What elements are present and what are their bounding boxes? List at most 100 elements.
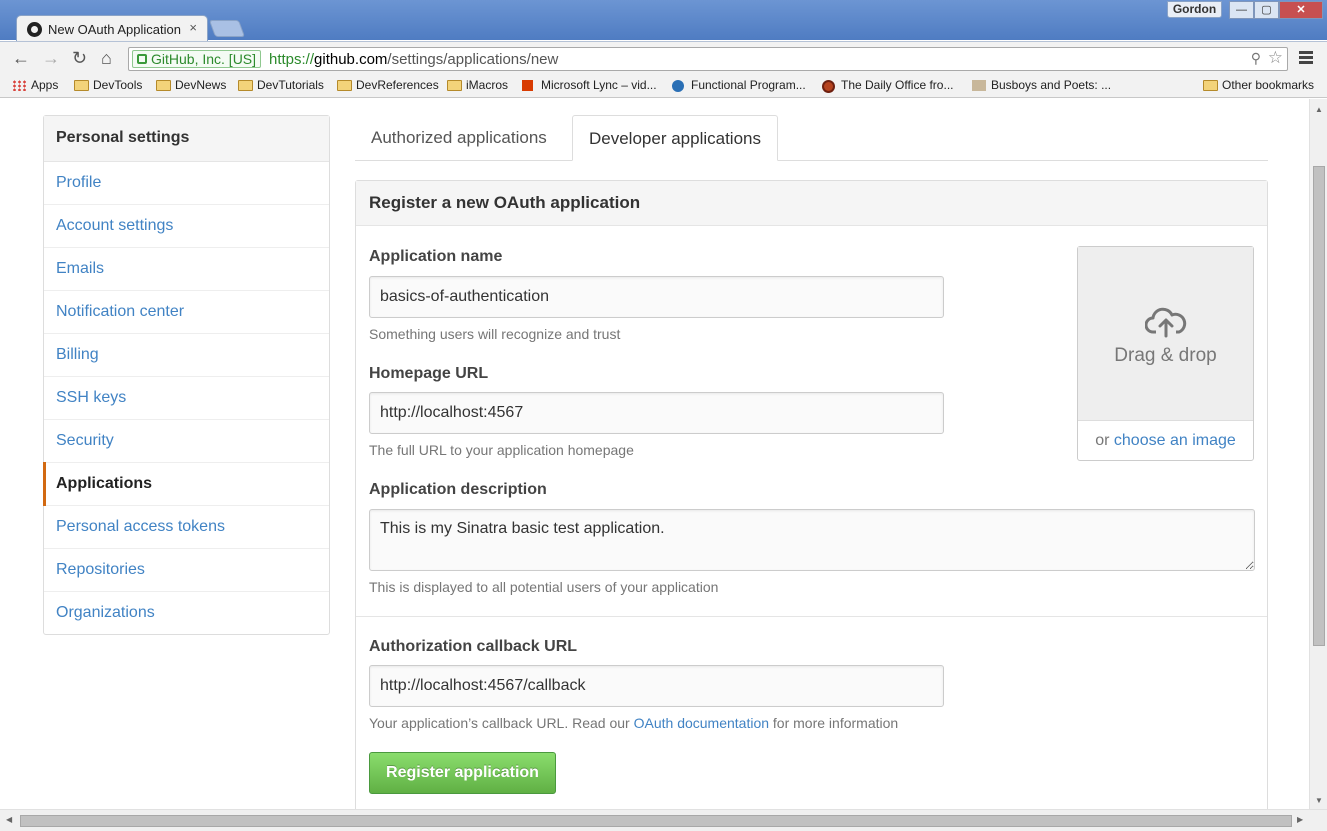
- oauth-documentation-link[interactable]: OAuth documentation: [634, 715, 769, 731]
- app-name-label: Application name: [369, 248, 503, 265]
- apps-grid-icon: [12, 80, 27, 91]
- app-name-input[interactable]: [369, 276, 944, 318]
- site-favicon-icon: [672, 80, 684, 92]
- bookmark-label: iMacros: [466, 78, 509, 92]
- scroll-up-icon[interactable]: ▲: [1315, 105, 1323, 114]
- forward-arrow-icon[interactable]: →: [42, 48, 60, 68]
- site-favicon-icon: [972, 80, 986, 91]
- url-path: /settings/applications/new: [387, 51, 559, 68]
- bookmark-daily-office[interactable]: The Daily Office fro...: [822, 78, 954, 93]
- dropzone-footer: or choose an image: [1078, 421, 1253, 461]
- applications-tabs: Authorized applications Developer applic…: [355, 115, 1268, 161]
- tab-developer-applications[interactable]: Developer applications: [572, 115, 778, 161]
- minimize-button[interactable]: —: [1229, 1, 1254, 19]
- ev-label: GitHub, Inc. [US]: [151, 51, 257, 67]
- callback-hint-text-end: for more information: [769, 715, 899, 731]
- bookmark-label: Other bookmarks: [1222, 78, 1315, 92]
- folder-icon: [1203, 80, 1218, 91]
- vertical-scrollbar[interactable]: ▲ ▼: [1309, 99, 1327, 809]
- reload-icon[interactable]: ↻: [72, 48, 87, 68]
- sidebar-item-personal-access-tokens[interactable]: Personal access tokens: [44, 506, 329, 549]
- sidebar-item-security[interactable]: Security: [44, 420, 329, 463]
- home-icon[interactable]: ⌂: [101, 48, 112, 68]
- zoom-icon[interactable]: ⚲: [1251, 50, 1261, 67]
- globe-icon: [822, 80, 835, 93]
- choose-image-link[interactable]: choose an image: [1114, 432, 1236, 449]
- address-bar[interactable]: GitHub, Inc. [US] https://github.com/set…: [128, 47, 1288, 71]
- bookmark-label: Microsoft Lync – vid...: [541, 78, 657, 92]
- chrome-menu-icon[interactable]: [1299, 51, 1313, 65]
- bookmark-folder-devreferences[interactable]: DevReferences: [337, 78, 439, 92]
- sidebar-item-emails[interactable]: Emails: [44, 248, 329, 291]
- back-arrow-icon[interactable]: ←: [12, 48, 30, 68]
- profile-user-badge[interactable]: Gordon: [1167, 1, 1222, 18]
- bookmark-microsoft-lync[interactable]: Microsoft Lync – vid...: [522, 78, 657, 92]
- form-divider: [356, 616, 1267, 617]
- horizontal-scrollbar[interactable]: ◀ ▶: [0, 809, 1327, 831]
- bookmark-label: Busboys and Poets: ...: [991, 78, 1112, 92]
- bookmarks-bar: Apps DevTools DevNews DevTutorials DevRe…: [0, 74, 1327, 98]
- horizontal-scroll-thumb[interactable]: [20, 815, 1292, 827]
- tab-authorized-applications[interactable]: Authorized applications: [355, 115, 563, 161]
- bookmark-folder-devnews[interactable]: DevNews: [156, 78, 226, 92]
- bookmark-folder-imacros[interactable]: iMacros: [447, 78, 508, 92]
- bookmark-apps[interactable]: Apps: [12, 78, 58, 92]
- scroll-right-icon[interactable]: ▶: [1297, 815, 1303, 824]
- sidebar-item-billing[interactable]: Billing: [44, 334, 329, 377]
- tab-title: New OAuth Application: [48, 22, 181, 37]
- homepage-url-input[interactable]: [369, 392, 944, 434]
- bookmark-label: Functional Program...: [691, 78, 806, 92]
- bookmark-folder-devtutorials[interactable]: DevTutorials: [238, 78, 324, 92]
- sidebar-item-repositories[interactable]: Repositories: [44, 549, 329, 592]
- github-favicon-icon: [27, 22, 42, 37]
- bookmark-label: Apps: [31, 78, 59, 92]
- callback-hint-text: Your application’s callback URL. Read ou…: [369, 715, 634, 731]
- tab-close-icon[interactable]: ×: [189, 20, 197, 35]
- dropzone-area[interactable]: Drag & drop: [1078, 247, 1253, 421]
- ev-certificate-badge[interactable]: GitHub, Inc. [US]: [132, 50, 262, 68]
- app-description-label: Application description: [369, 481, 547, 498]
- scroll-left-icon[interactable]: ◀: [6, 815, 12, 824]
- callback-url-input[interactable]: [369, 665, 944, 707]
- new-tab-button[interactable]: [208, 20, 246, 37]
- bookmark-star-icon[interactable]: ☆: [1268, 48, 1283, 68]
- maximize-button[interactable]: ▢: [1254, 1, 1279, 19]
- vertical-scroll-thumb[interactable]: [1313, 166, 1325, 646]
- folder-icon: [156, 80, 171, 91]
- register-oauth-form: Register a new OAuth application Applica…: [355, 180, 1268, 809]
- sidebar-item-applications[interactable]: Applications: [43, 462, 329, 506]
- browser-tab[interactable]: New OAuth Application ×: [16, 15, 208, 42]
- bookmark-label: DevNews: [175, 78, 227, 92]
- lock-icon: [137, 54, 147, 64]
- sidebar-item-notification-center[interactable]: Notification center: [44, 291, 329, 334]
- url-host: github.com: [314, 51, 388, 68]
- browser-toolbar: ← → ↻ ⌂ GitHub, Inc. [US] https://github…: [0, 41, 1327, 74]
- cloud-upload-icon: [1145, 307, 1187, 338]
- callback-url-hint: Your application’s callback URL. Read ou…: [369, 715, 898, 731]
- bookmark-other-bookmarks[interactable]: Other bookmarks: [1203, 78, 1314, 92]
- url-text: https://github.com/settings/applications…: [269, 51, 558, 68]
- app-description-hint: This is displayed to all potential users…: [369, 579, 719, 595]
- bookmark-folder-devtools[interactable]: DevTools: [74, 78, 142, 92]
- bookmark-label: The Daily Office fro...: [841, 78, 954, 92]
- settings-sidebar: Personal settings Profile Account settin…: [43, 115, 330, 635]
- homepage-url-label: Homepage URL: [369, 365, 489, 382]
- bookmark-label: DevReferences: [356, 78, 439, 92]
- sidebar-heading: Personal settings: [44, 116, 329, 162]
- bookmark-functional-programming[interactable]: Functional Program...: [672, 78, 806, 92]
- folder-icon: [74, 80, 89, 91]
- app-description-textarea[interactable]: This is my Sinatra basic test applicatio…: [369, 509, 1255, 571]
- sidebar-item-account-settings[interactable]: Account settings: [44, 205, 329, 248]
- close-window-button[interactable]: ✕: [1279, 1, 1323, 19]
- sidebar-item-profile[interactable]: Profile: [44, 162, 329, 205]
- sidebar-item-ssh-keys[interactable]: SSH keys: [44, 377, 329, 420]
- sidebar-item-organizations[interactable]: Organizations: [44, 592, 329, 635]
- homepage-url-hint: The full URL to your application homepag…: [369, 442, 634, 458]
- bookmark-busboys-poets[interactable]: Busboys and Poets: ...: [972, 78, 1111, 92]
- folder-icon: [238, 80, 253, 91]
- scroll-down-icon[interactable]: ▼: [1315, 796, 1323, 805]
- logo-dropzone[interactable]: Drag & drop or choose an image: [1077, 246, 1254, 461]
- url-scheme: https://: [269, 51, 315, 68]
- register-application-button[interactable]: Register application: [369, 752, 556, 794]
- dropzone-or: or: [1095, 432, 1114, 449]
